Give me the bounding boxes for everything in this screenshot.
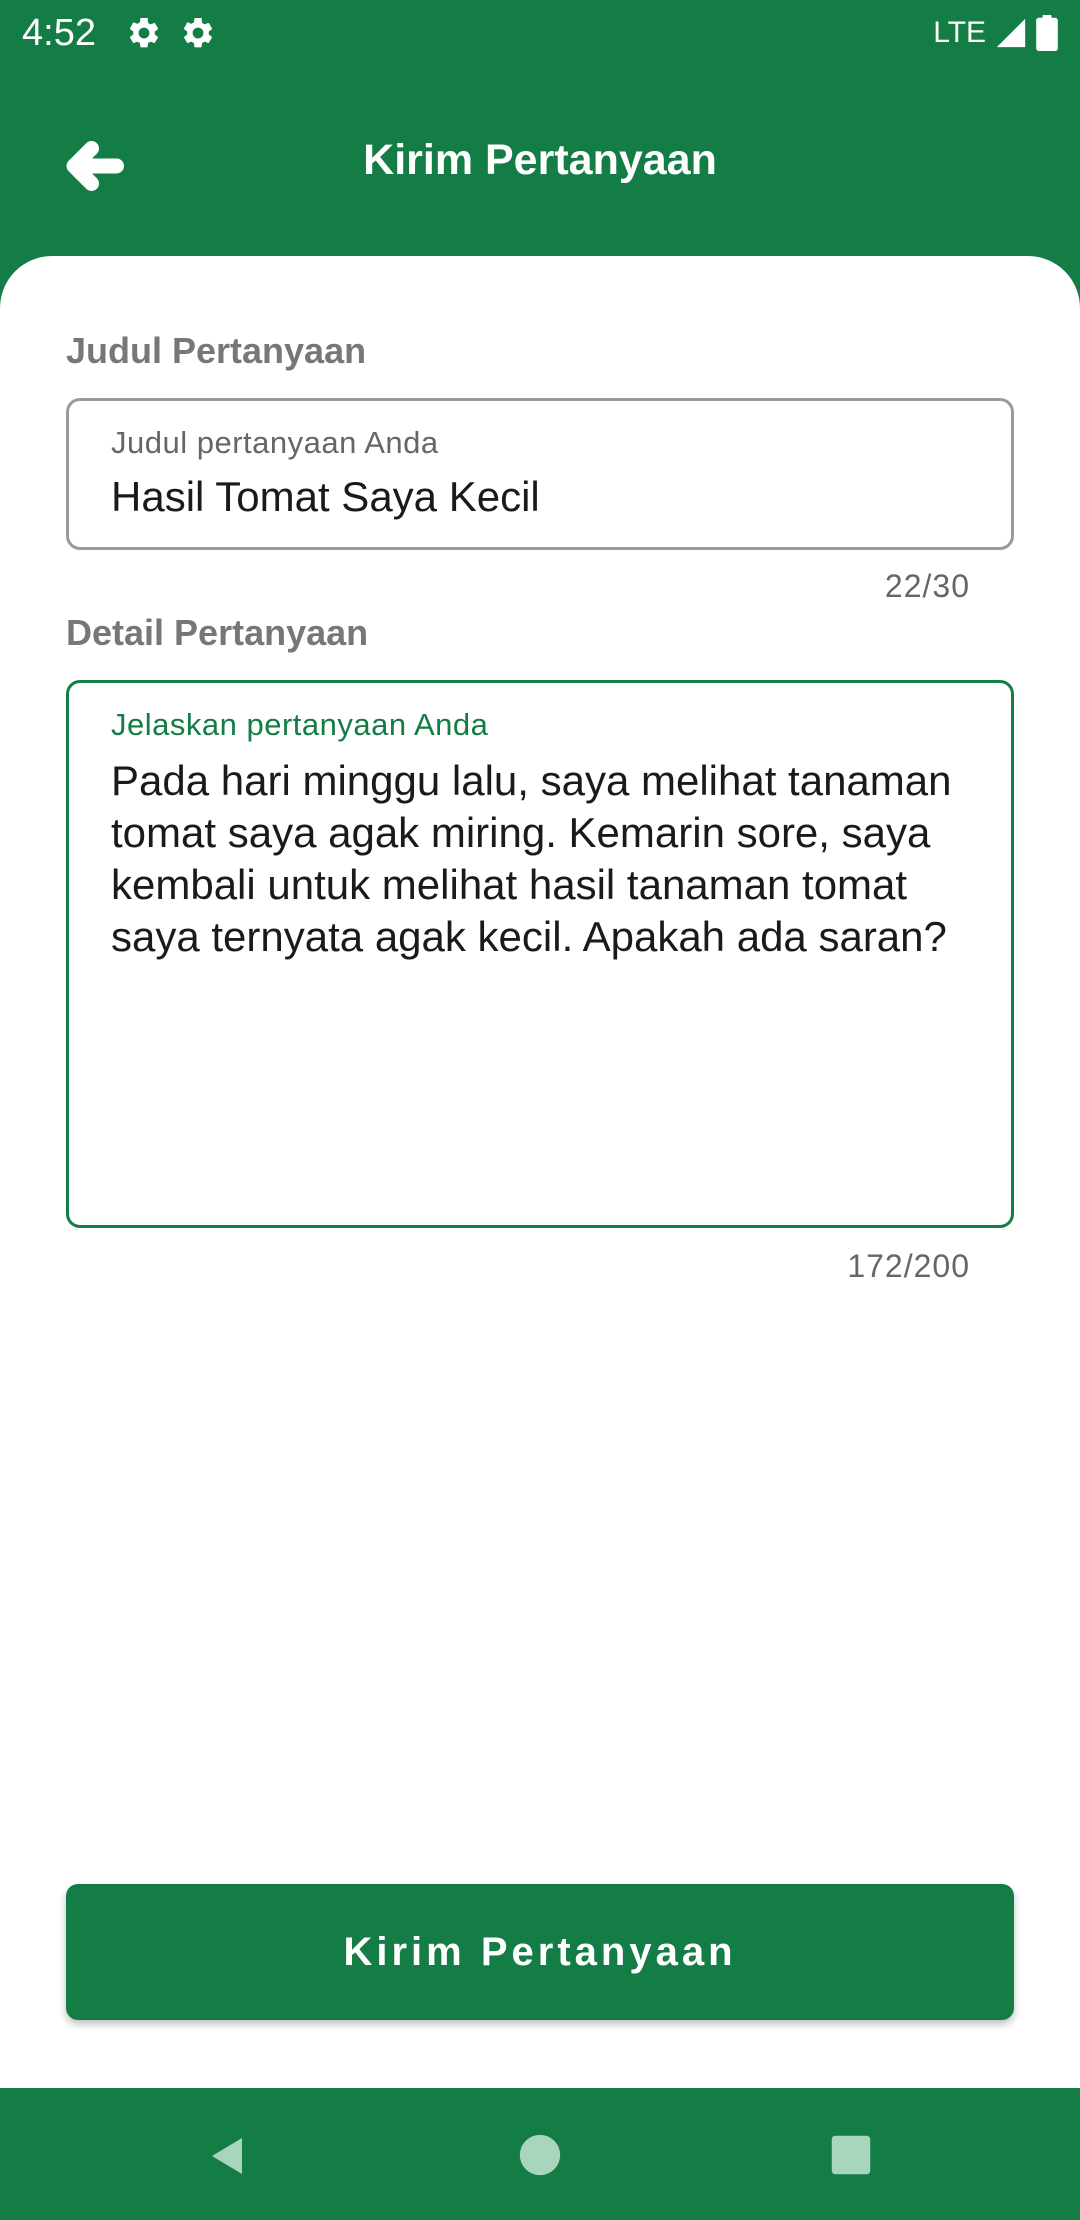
status-bar: 4:52 LTE <box>0 0 1080 66</box>
detail-input-value[interactable]: Pada hari minggu lalu, saya melihat tana… <box>111 755 975 963</box>
question-title-field[interactable]: Judul pertanyaan Anda Hasil Tomat Saya K… <box>66 398 1014 550</box>
gear-icon <box>183 17 212 48</box>
status-system-icons: LTE <box>933 15 1058 51</box>
detail-section-label: Detail Pertanyaan <box>66 612 369 653</box>
page-title: Kirim Pertanyaan <box>363 136 717 184</box>
app-bar: Kirim Pertanyaan <box>0 66 1080 258</box>
title-floating-label: Judul pertanyaan Anda <box>111 425 439 460</box>
signal-icon <box>996 18 1026 48</box>
question-detail-field[interactable]: Jelaskan pertanyaan Anda Pada hari mingg… <box>66 680 1014 1228</box>
title-input-value[interactable]: Hasil Tomat Saya Kecil <box>111 471 975 523</box>
system-nav-bar <box>0 2088 1080 2220</box>
form-container: Judul Pertanyaan Judul pertanyaan Anda H… <box>0 256 1080 2088</box>
gear-icon <box>129 17 158 48</box>
nav-home-icon[interactable] <box>518 2133 562 2177</box>
submit-question-button[interactable]: Kirim Pertanyaan <box>66 1884 1014 2020</box>
nav-back-icon[interactable] <box>204 2132 252 2180</box>
detail-char-counter: 172/200 <box>847 1248 970 1284</box>
title-section-label: Judul Pertanyaan <box>66 330 367 371</box>
battery-icon <box>1036 15 1058 51</box>
title-char-counter: 22/30 <box>884 568 970 604</box>
detail-floating-label: Jelaskan pertanyaan Anda <box>111 707 489 742</box>
nav-recents-icon[interactable] <box>830 2134 872 2176</box>
status-notification-icons <box>126 15 216 51</box>
network-type-label: LTE <box>933 16 986 49</box>
status-time: 4:52 <box>22 11 96 54</box>
